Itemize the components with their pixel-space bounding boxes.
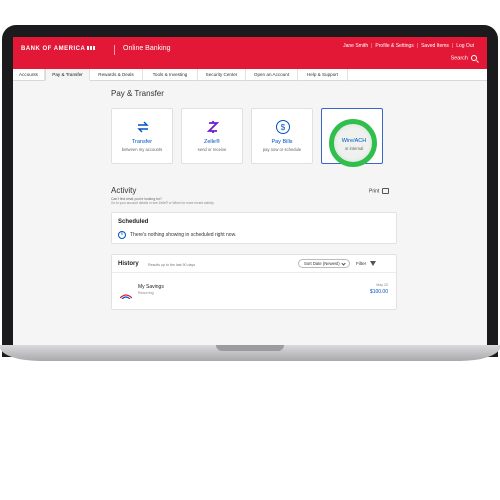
tab-accounts[interactable]: Accounts (13, 69, 45, 81)
transaction-type: Recurring (138, 291, 154, 295)
laptop-notch (216, 345, 284, 351)
card-title: Transfer (131, 139, 153, 145)
divider (112, 272, 396, 273)
svg-text:$: $ (281, 123, 286, 132)
zelle-card[interactable]: Zelle® send or receive (181, 108, 243, 164)
account-name: My Savings (138, 284, 164, 290)
card-subtitle: send or receive (197, 147, 227, 152)
boa-logo-icon (119, 286, 133, 300)
print-label: Print (369, 188, 380, 195)
site-header: BANK OF AMERICA Online Banking Jane Smit… (13, 37, 487, 69)
tab-help-support[interactable]: Help & Support (298, 69, 348, 81)
activity-heading: Activity (111, 186, 137, 195)
dollar-arrow-icon: $ (275, 119, 291, 135)
pay-bills-card[interactable]: $ Pay Bills pay now or schedule (251, 108, 313, 164)
tab-security-center[interactable]: Security Center (198, 69, 246, 81)
tab-rewards-deals[interactable]: Rewards & Deals (90, 69, 143, 81)
search-button[interactable]: Search (451, 55, 477, 61)
transaction-date: May 20 (376, 283, 388, 287)
filter-button[interactable]: Filter (356, 261, 366, 266)
tab-open-account[interactable]: Open an Account (246, 69, 298, 81)
history-title: History (118, 261, 139, 267)
product-name: Online Banking (123, 45, 171, 52)
transfer-arrows-icon (135, 119, 151, 135)
sort-value: Sort Date (Newest) (304, 261, 340, 266)
scheduled-panel: Scheduled i There's nothing showing in s… (111, 212, 397, 244)
activity-help-subtext: Go to your account details or see Zelle®… (111, 201, 214, 205)
log-out-link[interactable]: Log Out (453, 43, 477, 49)
brand-logo[interactable]: BANK OF AMERICA (21, 46, 96, 52)
page-title: Pay & Transfer (111, 89, 164, 98)
brand-name: BANK OF AMERICA (21, 46, 86, 52)
search-icon (471, 55, 477, 61)
user-name: Jane Smith (343, 43, 369, 49)
print-button[interactable]: Print (369, 188, 390, 195)
card-subtitle: pay now or schedule (262, 147, 302, 152)
filter-icon[interactable] (370, 261, 376, 266)
scheduled-message: There's nothing showing in scheduled rig… (130, 232, 237, 238)
info-icon: i (118, 231, 126, 239)
search-label: Search (450, 55, 468, 62)
chevron-down-icon (341, 261, 346, 266)
history-note: Results up to the last 90 days (148, 263, 196, 267)
print-icon (382, 188, 390, 194)
link-separator: | (416, 43, 419, 49)
tab-pay-transfer[interactable]: Pay & Transfer (45, 69, 90, 81)
header-links: Jane Smith | Profile & Settings | Saved Item… (340, 43, 477, 49)
tab-tools-investing[interactable]: Tools & Investing (143, 69, 198, 81)
main-nav: Accounts Pay & Transfer Rewards & Deals … (13, 69, 487, 81)
card-title: Wire/ACH (341, 138, 367, 144)
history-panel: History Results up to the last 90 days S… (111, 254, 397, 310)
card-subtitle: between my accounts (121, 147, 163, 152)
transaction-amount: $100.00 (369, 289, 388, 295)
zelle-icon (205, 119, 221, 135)
card-title: Zelle® (204, 139, 220, 145)
profile-settings-link[interactable]: Profile & Settings (372, 43, 416, 49)
card-subtitle: or internal (344, 146, 364, 151)
saved-items-link[interactable]: Saved Items (418, 43, 452, 49)
scheduled-title: Scheduled (118, 219, 149, 225)
sort-dropdown[interactable]: Sort Date (Newest) (298, 259, 350, 268)
browser-screen: BANK OF AMERICA Online Banking Jane Smit… (13, 37, 487, 345)
card-title: Pay Bills (271, 139, 293, 145)
header-divider (114, 45, 115, 55)
flag-icon (87, 46, 96, 51)
transfer-card[interactable]: Transfer between my accounts (111, 108, 173, 164)
